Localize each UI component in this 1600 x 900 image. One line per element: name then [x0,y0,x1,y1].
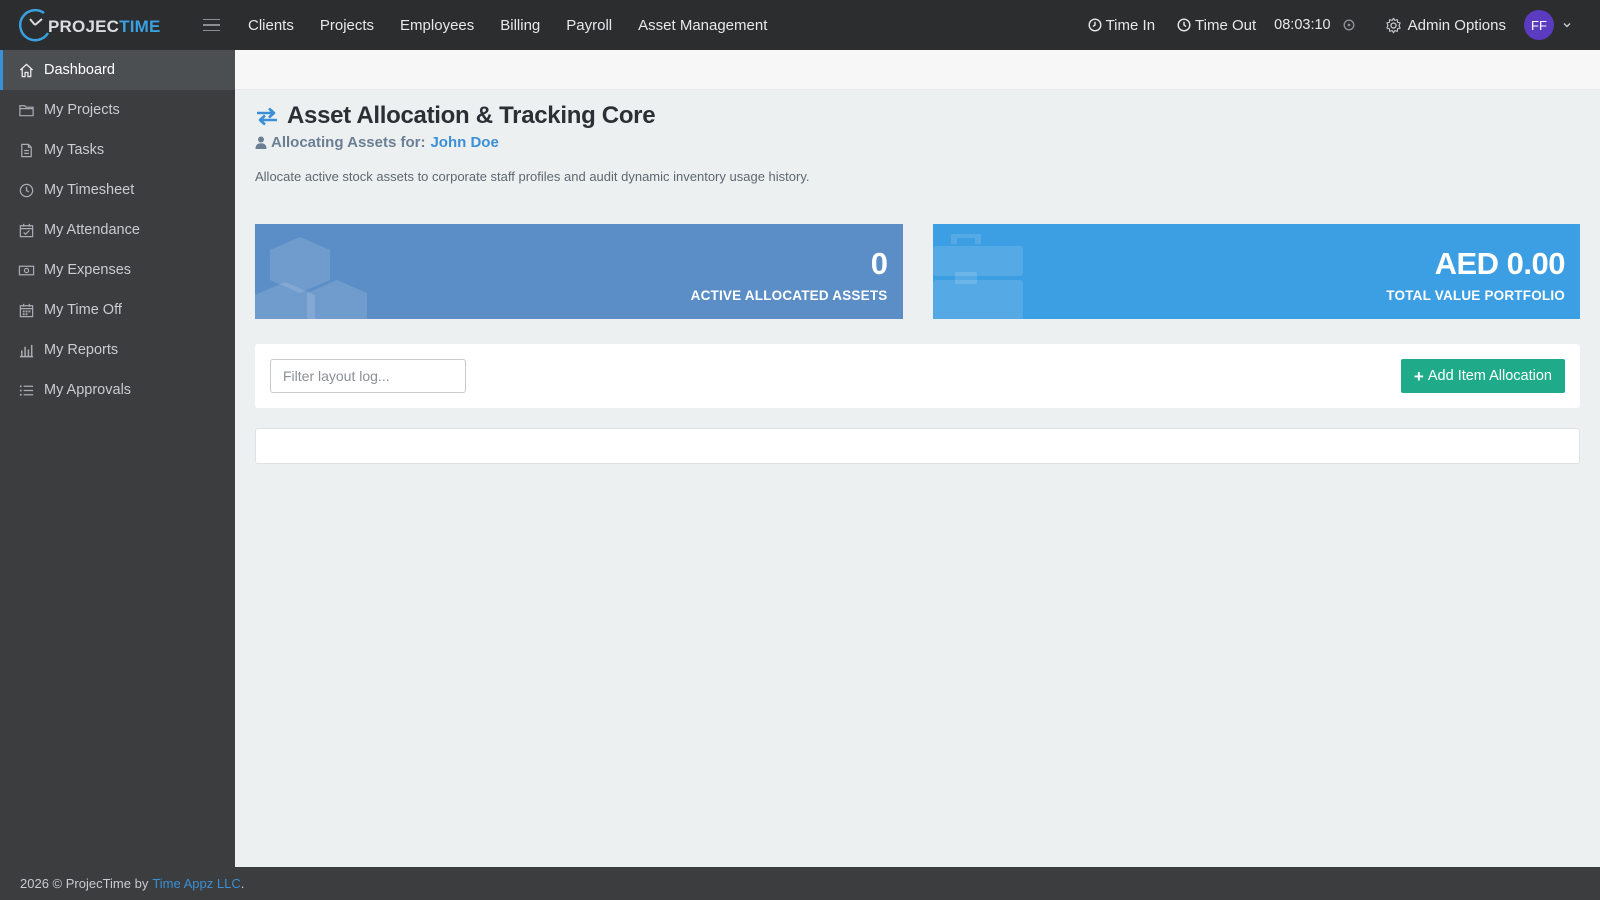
sidebar-item-my-time-off[interactable]: My Time Off [0,290,235,330]
allocation-toolbar: + Add Item Allocation [255,344,1580,408]
nav-billing[interactable]: Billing [500,17,540,34]
sidebar-item-my-timesheet[interactable]: My Timesheet [0,170,235,210]
clock-icon [1177,18,1191,32]
sidebar: Dashboard My Projects My Tasks My Timesh… [0,50,235,867]
time-in-button[interactable]: Time In [1088,17,1155,34]
page-description: Allocate active stock assets to corporat… [255,169,810,184]
plus-icon: + [1413,366,1424,386]
sidebar-item-my-expenses[interactable]: My Expenses [0,250,235,290]
briefcase-icon [932,234,1023,319]
sidebar-item-label: Dashboard [44,62,115,78]
time-out-label: Time Out [1195,16,1257,34]
sidebar-item-label: My Reports [44,342,119,358]
clock-value: 08:03:10 [1274,17,1331,33]
main-content: Asset Allocation & Tracking Core Allocat… [235,50,1600,867]
gear-icon [1385,17,1401,33]
active-assets-label: ACTIVE ALLOCATED ASSETS [690,288,888,303]
footer-copyright: 2026 © ProjecTime by [20,876,149,891]
hamburger-bar [202,18,220,21]
logo-text: PROJECTIME [48,17,161,36]
user-avatar[interactable]: FF [1524,10,1554,40]
footer-company-link[interactable]: Time Appz LLC [152,876,240,891]
page-title: Asset Allocation & Tracking Core [287,102,656,129]
sidebar-item-my-tasks[interactable]: My Tasks [0,130,235,170]
allocation-subtitle: Allocating Assets for: John Doe [255,134,1580,151]
person-name-link[interactable]: John Doe [430,134,498,151]
sidebar-item-my-reports[interactable]: My Reports [0,330,235,370]
chevron-down-icon[interactable] [1562,20,1572,30]
calendar-icon [19,303,34,317]
sidebar-item-label: My Timesheet [44,182,135,198]
total-value-label: TOTAL VALUE PORTFOLIO [1386,288,1565,303]
sidebar-item-label: My Projects [44,102,120,118]
active-assets-value: 0 [870,246,888,281]
sidebar-item-my-approvals[interactable]: My Approvals [0,370,235,410]
nav-projects[interactable]: Projects [320,17,374,34]
sidebar-item-label: My Expenses [44,262,132,278]
sidebar-item-label: My Tasks [44,142,105,158]
nav-employees[interactable]: Employees [400,17,474,34]
nav-asset-management[interactable]: Asset Management [638,17,767,34]
clock-icon [1088,18,1102,32]
content-area: Asset Allocation & Tracking Core Allocat… [235,102,1600,464]
add-item-allocation-button[interactable]: + Add Item Allocation [1400,359,1565,393]
sidebar-item-label: My Approvals [44,382,132,398]
nav-clients[interactable]: Clients [248,17,294,34]
user-icon [255,136,267,149]
filter-input[interactable] [270,359,466,393]
home-icon [19,63,34,77]
nav-payroll[interactable]: Payroll [566,17,612,34]
tasks-icon [21,143,32,157]
menu-toggle-button[interactable] [196,10,226,40]
sidebar-item-label: My Attendance [44,222,140,238]
calendar-check-icon [19,223,34,237]
sidebar-item-my-projects[interactable]: My Projects [0,90,235,130]
admin-options-button[interactable]: Admin Options [1385,17,1506,34]
total-value-amount: AED 0.00 [1434,246,1566,281]
clock-readout: 08:03:10 [1274,17,1355,33]
list-icon [19,384,34,396]
sub-header-bar [235,50,1600,90]
time-out-button[interactable]: Time Out [1177,17,1256,34]
bar-chart-icon [19,344,34,357]
active-assets-card: 0 ACTIVE ALLOCATED ASSETS [255,224,903,319]
money-icon [18,265,35,275]
summary-cards: 0 ACTIVE ALLOCATED ASSETS AED 0.00 TOTAL… [255,224,1580,319]
hamburger-bar [202,24,220,26]
page-header: Asset Allocation & Tracking Core [255,102,1580,130]
top-right-controls: Time In Time Out 08:03:10 Admin Options … [1066,0,1600,50]
exchange-icon [257,107,277,126]
allocation-log-panel [255,428,1580,464]
footer: 2026 © ProjecTime by Time Appz LLC. [0,867,1600,900]
time-in-label: Time In [1105,16,1156,34]
cubes-icon [255,237,367,319]
timer-icon [1343,19,1355,31]
hamburger-bar [202,29,220,32]
sidebar-item-dashboard[interactable]: Dashboard [0,50,235,90]
sidebar-item-my-attendance[interactable]: My Attendance [0,210,235,250]
subtitle-prefix: Allocating Assets for: [271,134,426,151]
admin-options-label: Admin Options [1407,16,1506,34]
sidebar-item-label: My Time Off [44,302,122,318]
top-nav: Clients Projects Employees Billing Payro… [248,0,793,50]
top-navbar: PROJECTIME Clients Projects Employees Bi… [0,0,1600,50]
add-item-allocation-label: Add Item Allocation [1427,368,1552,384]
total-value-card: AED 0.00 TOTAL VALUE PORTFOLIO [932,224,1580,319]
clock-icon [19,183,34,197]
footer-suffix: . [240,876,245,891]
folder-icon [19,104,34,116]
app-logo[interactable]: PROJECTIME [0,0,190,50]
